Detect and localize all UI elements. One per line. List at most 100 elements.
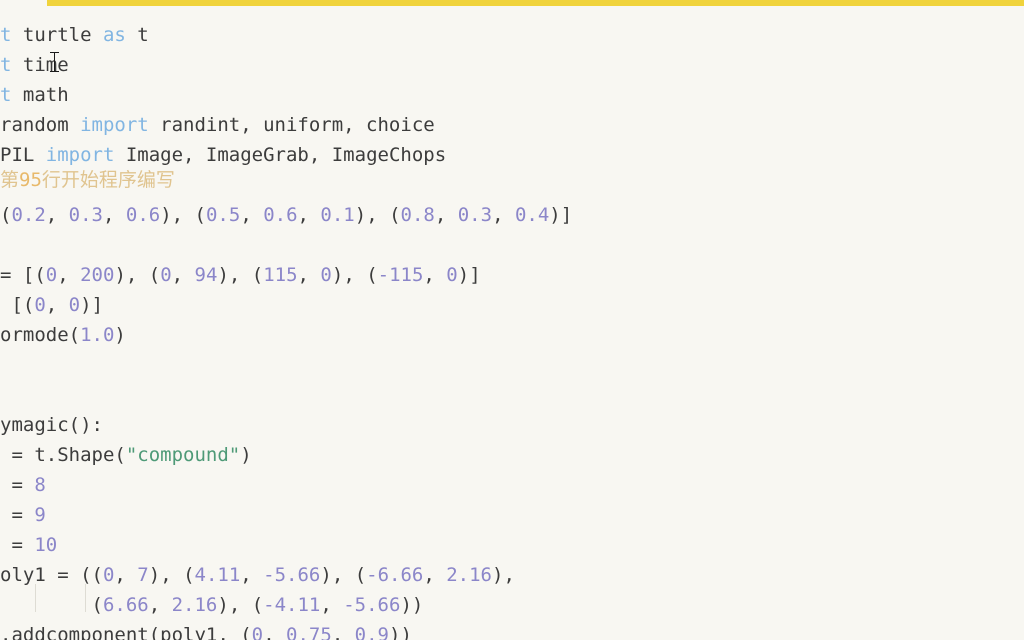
code-token-num: -115 xyxy=(377,264,424,286)
code-token-plain: )] xyxy=(549,204,573,226)
code-token-num: -5.66 xyxy=(343,594,401,616)
code-token-plain: = [( xyxy=(0,264,46,286)
code-token-plain: = t.Shape( xyxy=(0,444,126,466)
code-token-plain: = xyxy=(0,534,35,556)
code-token-num: 0.5 xyxy=(205,204,241,226)
code-token-num: 0.2 xyxy=(11,204,46,226)
code-token-plain: math xyxy=(22,84,69,106)
code-token-plain: PIL xyxy=(0,144,46,166)
code-token-num: 7 xyxy=(137,564,149,586)
code-line[interactable]: ormode(1.0) xyxy=(0,320,1024,350)
code-line[interactable]: [(0, 0)] xyxy=(0,290,1024,320)
code-line[interactable]: random import randint, uniform, choice xyxy=(0,110,1024,140)
code-token-num: -6.66 xyxy=(366,564,424,586)
code-token-plain: ) xyxy=(240,444,252,466)
code-token-num: 2.16 xyxy=(171,594,218,616)
code-line[interactable]: (6.66, 2.16), (-4.11, -5.66)) xyxy=(0,590,1024,620)
code-token-plain: t xyxy=(125,24,149,46)
code-token-plain: , xyxy=(45,204,69,226)
code-token-num: 0.1 xyxy=(320,204,355,226)
code-token-plain: , xyxy=(240,204,264,226)
code-line[interactable]: (0.2, 0.3, 0.6), (0.5, 0.6, 0.1), (0.8, … xyxy=(0,200,1024,230)
code-token-num: 0 xyxy=(68,294,81,316)
code-line[interactable]: t math xyxy=(0,80,1024,110)
code-token-plain: , xyxy=(297,264,321,286)
code-token-plain: , xyxy=(171,264,195,286)
code-token-plain: ), ( xyxy=(114,264,161,286)
code-token-str: "compound" xyxy=(125,444,241,466)
code-token-num: 94 xyxy=(194,264,218,286)
code-token-plain: )] xyxy=(80,294,104,316)
code-token-num: 0 xyxy=(320,264,332,286)
code-token-num: 10 xyxy=(34,534,58,556)
code-token-plain: , xyxy=(148,594,172,616)
code-token-plain: random xyxy=(0,114,81,136)
code-line[interactable]: = t.Shape("compound") xyxy=(0,440,1024,470)
code-token-plain: ), ( xyxy=(217,594,264,616)
code-token-plain: , xyxy=(240,564,264,586)
code-token-plain: , xyxy=(45,294,69,316)
code-line[interactable]: ymagic(): xyxy=(0,410,1024,440)
code-token-plain: , xyxy=(103,204,126,226)
code-token-kw: as xyxy=(102,24,126,46)
code-token-plain: Image, ImageGrab, ImageChops xyxy=(114,144,447,166)
code-token-plain: .addcomponent(poly1, ( xyxy=(0,624,252,640)
code-token-comment: 第 xyxy=(0,169,20,191)
code-line[interactable]: = 8 xyxy=(0,470,1024,500)
code-token-num: 8 xyxy=(34,474,46,496)
code-token-num: 200 xyxy=(80,264,115,286)
code-token-plain: , xyxy=(423,264,447,286)
code-line[interactable]: = 9 xyxy=(0,500,1024,530)
code-token-plain: , xyxy=(492,204,515,226)
code-token-plain: ) xyxy=(114,324,126,346)
code-token-plain: = xyxy=(0,474,35,496)
code-token-comment: 行开始程序编写 xyxy=(41,169,175,191)
code-token-num: 0 xyxy=(45,264,58,286)
code-token-plain: oly1 = (( xyxy=(0,564,103,586)
code-line[interactable]: 第95行开始程序编写 xyxy=(0,165,1024,195)
code-token-num: -4.11 xyxy=(263,594,321,616)
code-token-num: 0 xyxy=(34,294,46,316)
code-token-plain: ), ( xyxy=(354,204,401,226)
code-token-num: -5.66 xyxy=(263,564,321,586)
code-token-plain: , xyxy=(297,204,321,226)
code-token-plain: turtle xyxy=(22,24,103,46)
code-token-num: 0 xyxy=(446,264,458,286)
code-token-kw: import xyxy=(80,114,149,136)
code-token-num: 0.8 xyxy=(400,204,435,226)
code-token-plain: ), ( xyxy=(320,564,367,586)
code-line[interactable]: oly1 = ((0, 7), (4.11, -5.66), (-6.66, 2… xyxy=(0,560,1024,590)
code-token-plain: , xyxy=(114,564,138,586)
code-line[interactable]: t time xyxy=(0,50,1024,80)
code-token-plain: ymagic(): xyxy=(0,414,103,436)
code-token-num: 4.11 xyxy=(194,564,241,586)
code-token-kw: t xyxy=(0,54,23,76)
code-token-plain: ( xyxy=(0,204,12,226)
code-token-num: 9 xyxy=(34,504,46,526)
code-token-plain: , xyxy=(57,264,81,286)
code-token-num: 0 xyxy=(160,264,172,286)
code-token-plain: )) xyxy=(389,624,412,640)
code-line[interactable]: .addcomponent(poly1, (0, 0.75, 0.9)) xyxy=(0,620,1024,640)
code-token-plain: [( xyxy=(0,294,35,316)
code-token-plain: ), ( xyxy=(217,264,264,286)
code-text-area[interactable]: t turtle as tt time t math random import r… xyxy=(0,6,1024,640)
code-token-kw: t xyxy=(0,24,23,46)
code-token-num: 0 xyxy=(102,564,115,586)
indent-guide xyxy=(85,584,86,612)
code-token-num: 0.3 xyxy=(457,204,493,226)
code-token-num: 0.3 xyxy=(68,204,103,226)
code-token-num: 115 xyxy=(263,264,298,286)
code-token-plain: ), xyxy=(492,564,515,586)
code-token-plain: , xyxy=(263,624,287,640)
code-token-plain: , xyxy=(331,624,355,640)
code-token-kw: import xyxy=(45,144,115,166)
code-token-plain: )) xyxy=(400,594,424,616)
code-token-plain: = xyxy=(0,504,35,526)
code-editor-pane[interactable]: t turtle as tt time t math random import r… xyxy=(0,0,1024,640)
code-token-plain: time xyxy=(22,54,69,76)
code-line[interactable]: t turtle as t xyxy=(0,20,1024,50)
code-line[interactable]: = 10 xyxy=(0,530,1024,560)
code-line[interactable]: = [(0, 200), (0, 94), (115, 0), (-115, 0… xyxy=(0,260,1024,290)
code-token-num: 0 xyxy=(251,624,264,640)
